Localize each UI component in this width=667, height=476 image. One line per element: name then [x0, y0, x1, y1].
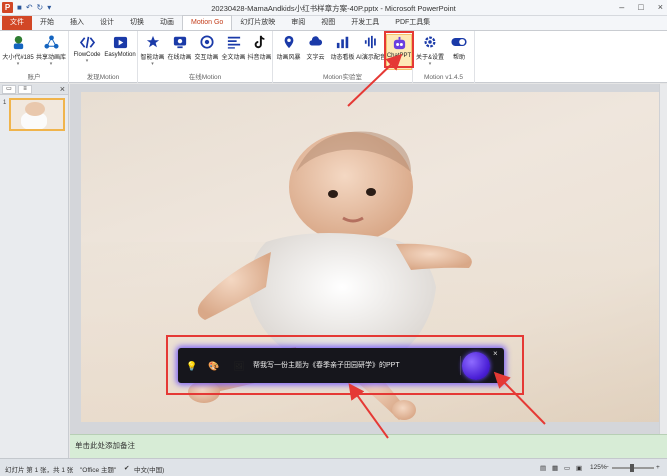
arrow-to-send-orb [493, 371, 546, 425]
arrow-to-prompt [348, 383, 389, 439]
annotation-arrows [347, 53, 546, 439]
arrow-to-chatppt [347, 53, 403, 107]
